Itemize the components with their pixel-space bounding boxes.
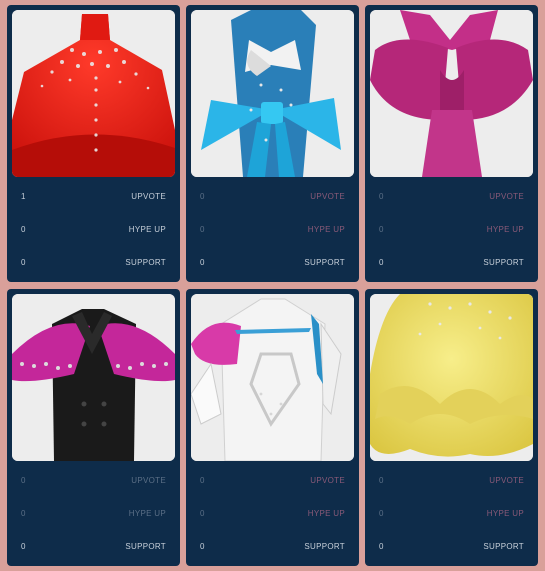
upvote-count: 0 [379, 191, 384, 201]
black-jacket-illustration [12, 294, 175, 461]
red-cape-illustration [12, 10, 175, 177]
support-count: 0 [200, 541, 205, 551]
upvote-count: 0 [21, 475, 26, 485]
hype-up-count: 0 [200, 224, 205, 234]
upvote-count: 0 [200, 475, 205, 485]
hype-up-button[interactable]: HYPE UP [487, 225, 524, 234]
upvote-button[interactable]: UPVOTE [489, 192, 524, 201]
hype-up-button[interactable]: HYPE UP [129, 509, 166, 518]
hype-up-button[interactable]: HYPE UP [129, 225, 166, 234]
support-row: 0 SUPPORT [379, 255, 524, 269]
hype-up-row: 0 HYPE UP [200, 506, 345, 520]
upvote-row: 0 UPVOTE [21, 473, 166, 487]
hype-up-count: 0 [379, 224, 384, 234]
upvote-button[interactable]: UPVOTE [131, 192, 166, 201]
support-count: 0 [21, 257, 26, 267]
hype-up-button[interactable]: HYPE UP [487, 509, 524, 518]
upvote-row: 0 UPVOTE [379, 473, 524, 487]
design-grid: 1 UPVOTE 0 HYPE UP 0 SUPPORT 0 UPVOTE 0 … [7, 5, 538, 566]
design-card[interactable]: 0 UPVOTE 0 HYPE UP 0 SUPPORT [186, 5, 359, 282]
yellow-dress-illustration [370, 294, 533, 461]
support-button[interactable]: SUPPORT [483, 258, 524, 267]
support-count: 0 [200, 257, 205, 267]
hype-up-row: 0 HYPE UP [379, 506, 524, 520]
garment-image-black-jacket[interactable] [12, 294, 175, 461]
design-card[interactable]: 0 UPVOTE 0 HYPE UP 0 SUPPORT [186, 289, 359, 566]
upvote-button[interactable]: UPVOTE [131, 476, 166, 485]
magenta-dress-illustration [370, 10, 533, 177]
garment-image-blue-bow[interactable] [191, 10, 354, 177]
upvote-count: 0 [200, 191, 205, 201]
support-count: 0 [379, 541, 384, 551]
hype-up-row: 0 HYPE UP [379, 222, 524, 236]
blue-bow-illustration [191, 10, 354, 177]
upvote-count: 1 [21, 191, 26, 201]
support-button[interactable]: SUPPORT [125, 542, 166, 551]
upvote-button[interactable]: UPVOTE [310, 476, 345, 485]
hype-up-count: 0 [21, 224, 26, 234]
hype-up-button[interactable]: HYPE UP [308, 509, 345, 518]
hype-up-count: 0 [379, 508, 384, 518]
hype-up-count: 0 [200, 508, 205, 518]
support-count: 0 [379, 257, 384, 267]
hype-up-count: 0 [21, 508, 26, 518]
upvote-count: 0 [379, 475, 384, 485]
garment-image-white-coat[interactable] [191, 294, 354, 461]
upvote-button[interactable]: UPVOTE [310, 192, 345, 201]
upvote-button[interactable]: UPVOTE [489, 476, 524, 485]
hype-up-button[interactable]: HYPE UP [308, 225, 345, 234]
support-count: 0 [21, 541, 26, 551]
support-row: 0 SUPPORT [200, 539, 345, 553]
garment-image-red-cape[interactable] [12, 10, 175, 177]
hype-up-row: 0 HYPE UP [21, 506, 166, 520]
upvote-row: 0 UPVOTE [200, 473, 345, 487]
support-button[interactable]: SUPPORT [304, 542, 345, 551]
support-button[interactable]: SUPPORT [304, 258, 345, 267]
upvote-row: 0 UPVOTE [379, 189, 524, 203]
white-coat-illustration [191, 294, 354, 461]
garment-image-magenta-dress[interactable] [370, 10, 533, 177]
hype-up-row: 0 HYPE UP [21, 222, 166, 236]
support-row: 0 SUPPORT [21, 539, 166, 553]
support-button[interactable]: SUPPORT [483, 542, 524, 551]
support-row: 0 SUPPORT [379, 539, 524, 553]
design-card[interactable]: 0 UPVOTE 0 HYPE UP 0 SUPPORT [7, 289, 180, 566]
hype-up-row: 0 HYPE UP [200, 222, 345, 236]
design-card[interactable]: 1 UPVOTE 0 HYPE UP 0 SUPPORT [7, 5, 180, 282]
support-row: 0 SUPPORT [200, 255, 345, 269]
design-card[interactable]: 0 UPVOTE 0 HYPE UP 0 SUPPORT [365, 289, 538, 566]
garment-image-yellow-dress[interactable] [370, 294, 533, 461]
upvote-row: 0 UPVOTE [200, 189, 345, 203]
upvote-row: 1 UPVOTE [21, 189, 166, 203]
design-card[interactable]: 0 UPVOTE 0 HYPE UP 0 SUPPORT [365, 5, 538, 282]
support-button[interactable]: SUPPORT [125, 258, 166, 267]
support-row: 0 SUPPORT [21, 255, 166, 269]
